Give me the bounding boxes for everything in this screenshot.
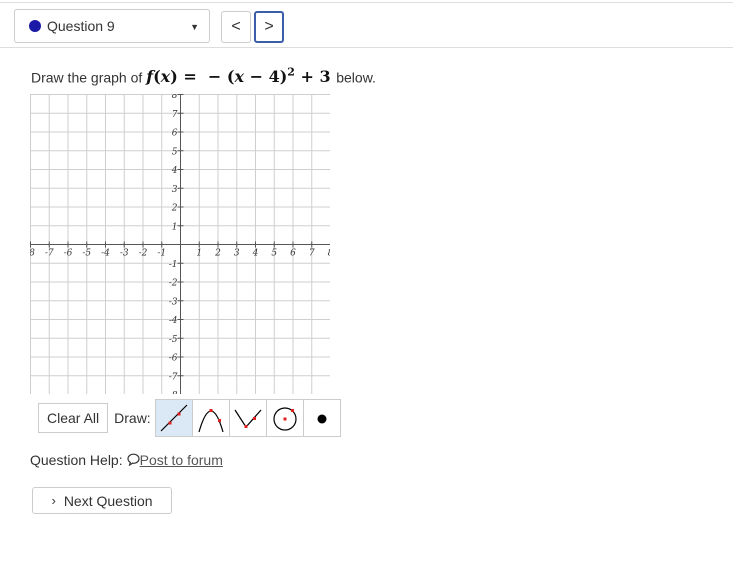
circle-tool-button[interactable] xyxy=(265,399,304,437)
x-tick-label: 7 xyxy=(309,249,315,259)
x-tick-label: -7 xyxy=(45,249,54,259)
y-tick-label: 4 xyxy=(171,166,178,176)
x-tick-label: 6 xyxy=(290,249,296,259)
clear-all-button[interactable]: Clear All xyxy=(38,403,109,433)
point-tool-button[interactable] xyxy=(302,399,341,437)
speech-bubble-icon xyxy=(127,453,140,467)
draw-toolbar: Clear All Draw: xyxy=(38,399,341,437)
chevron-down-icon: ▼ xyxy=(190,22,199,32)
x-tick-label: -4 xyxy=(101,249,110,259)
x-tick-label: -5 xyxy=(82,249,91,259)
y-tick-label: 5 xyxy=(172,147,178,157)
y-tick-label: 8 xyxy=(172,94,178,101)
graphing-canvas[interactable]: -8 -7 -6 -5 -4 -3 -2 -1 1 2 3 4 5 6 7 8 8 7 6 5 4 3 2 1 -1 -2 -3 -4… xyxy=(30,94,330,394)
y-tick-label: 7 xyxy=(172,110,178,120)
function-expression: f(x) = − (x − 4)2 + 3 xyxy=(146,66,331,87)
next-question-label: Next Question xyxy=(63,492,153,509)
prompt-text-end: below. xyxy=(336,69,376,86)
absolute-value-tool-button[interactable] xyxy=(228,399,267,437)
question-selector[interactable]: Question 9 ▼ xyxy=(14,9,210,43)
x-tick-label: -2 xyxy=(139,249,148,259)
question-prompt: Draw the graph of f(x) = − (x − 4)2 + 3 … xyxy=(31,66,376,86)
chevron-right-icon: > xyxy=(264,18,274,35)
question-nav-bar: Question 9 ▼ < > xyxy=(0,2,733,48)
question-help-label: Question Help: xyxy=(30,452,123,468)
previous-question-button[interactable]: < xyxy=(221,11,251,43)
next-question-arrow-button[interactable]: > xyxy=(254,11,284,43)
status-dot-icon xyxy=(29,20,41,32)
draw-label: Draw: xyxy=(114,410,151,426)
x-tick-label: -1 xyxy=(157,249,166,259)
x-tick-label: 2 xyxy=(214,249,221,259)
y-tick-label: 1 xyxy=(172,222,178,232)
x-tick-label: -6 xyxy=(64,249,73,259)
x-tick-label: 4 xyxy=(252,249,259,259)
y-tick-label: -6 xyxy=(169,354,178,364)
x-tick-label: -3 xyxy=(120,249,129,259)
y-tick-label: -1 xyxy=(169,260,178,270)
y-tick-label: 2 xyxy=(171,204,178,214)
parabola-tool-icon xyxy=(198,409,224,433)
x-tick-label: 8 xyxy=(328,249,330,259)
y-tick-label: -4 xyxy=(169,316,178,326)
question-selector-label: Question 9 xyxy=(47,18,115,34)
x-tick-label: 1 xyxy=(196,249,202,259)
post-to-forum-link[interactable]: Post to forum xyxy=(127,452,223,468)
circle-tool-icon xyxy=(273,407,297,431)
y-tick-label: 6 xyxy=(172,129,178,139)
x-tick-label: 3 xyxy=(234,249,240,259)
point-tool-icon xyxy=(317,414,327,424)
post-to-forum-label: Post to forum xyxy=(139,452,223,468)
y-tick-label: -2 xyxy=(169,279,178,289)
next-question-button[interactable]: › Next Question xyxy=(32,487,172,514)
line-tool-button[interactable] xyxy=(154,399,193,437)
chevron-right-icon: › xyxy=(51,493,56,508)
question-help: Question Help: Post to forum xyxy=(30,452,223,468)
x-tick-label: -8 xyxy=(30,249,35,259)
y-tick-label: 3 xyxy=(172,185,178,195)
absolute-value-tool-icon xyxy=(234,409,262,428)
parabola-tool-button[interactable] xyxy=(191,399,230,437)
chevron-left-icon: < xyxy=(231,18,241,35)
y-tick-label: -3 xyxy=(169,297,178,307)
y-tick-label: -7 xyxy=(169,372,178,382)
line-tool-icon xyxy=(160,404,188,432)
x-tick-label: 5 xyxy=(271,249,277,259)
y-tick-label: -5 xyxy=(169,335,178,345)
y-tick-label: -8 xyxy=(169,391,178,394)
prompt-text: Draw the graph of xyxy=(31,69,143,86)
